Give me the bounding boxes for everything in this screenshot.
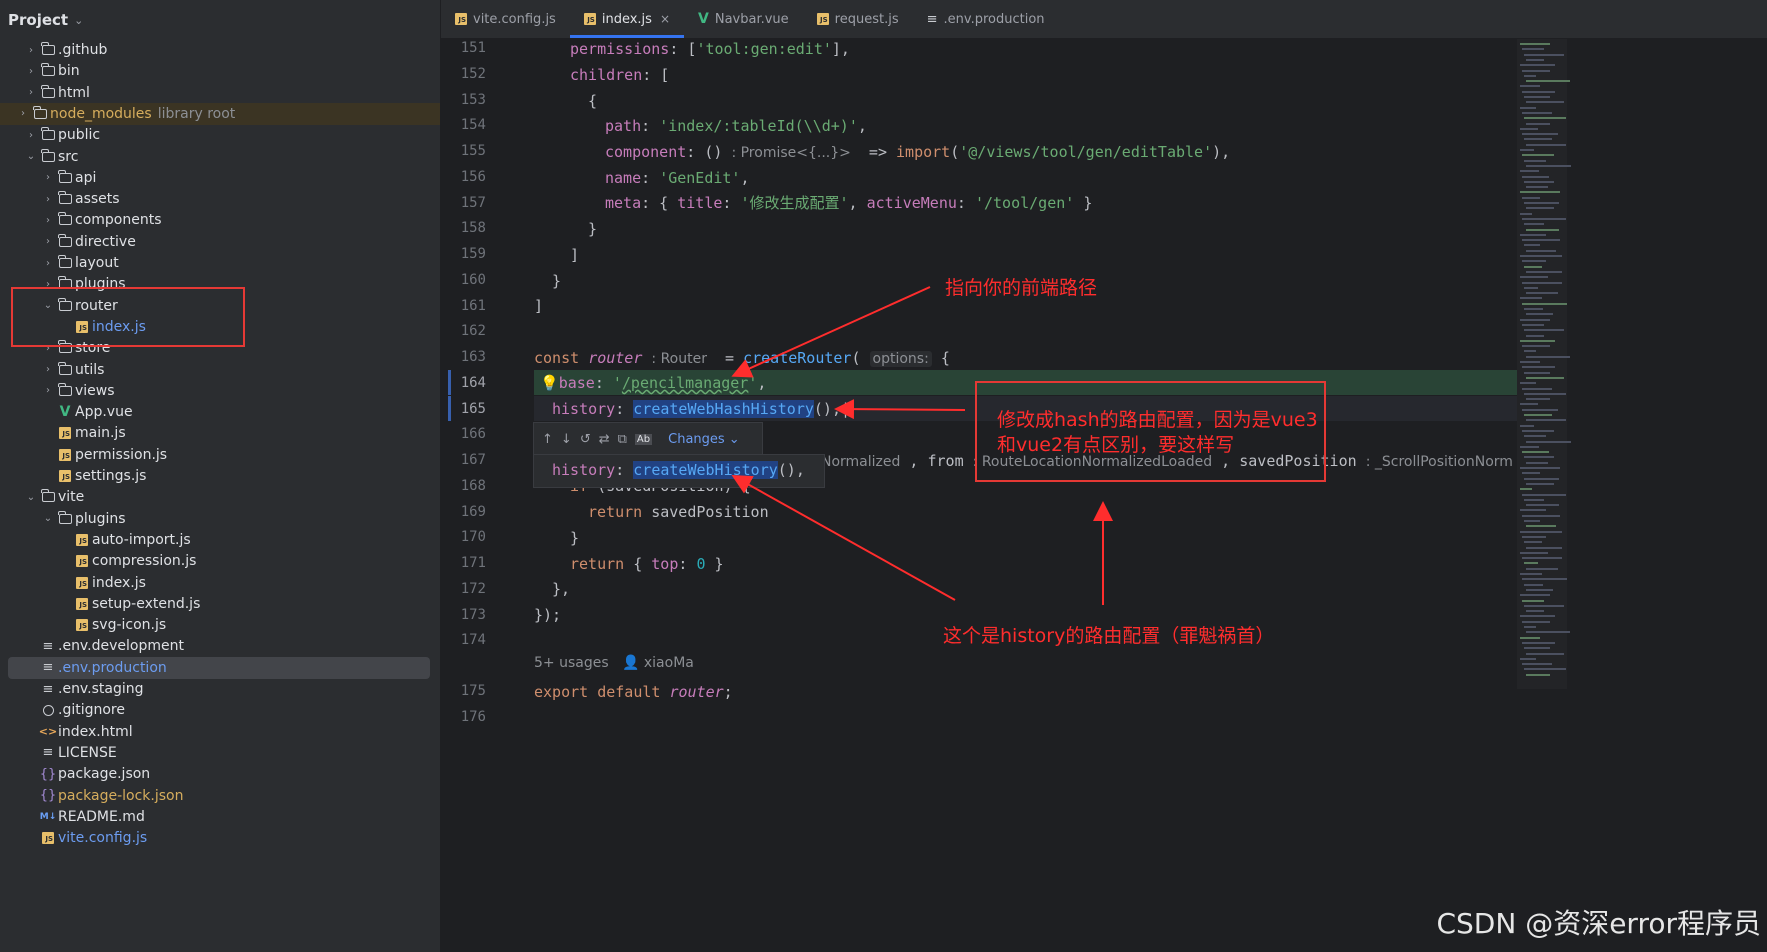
annotation-arrows	[731, 286, 1113, 605]
csdn-watermark: CSDN @资深error程序员	[1436, 907, 1761, 940]
arrow-to-hash	[834, 399, 966, 420]
arrow-to-history	[731, 475, 956, 601]
arrow-to-base	[731, 286, 931, 378]
